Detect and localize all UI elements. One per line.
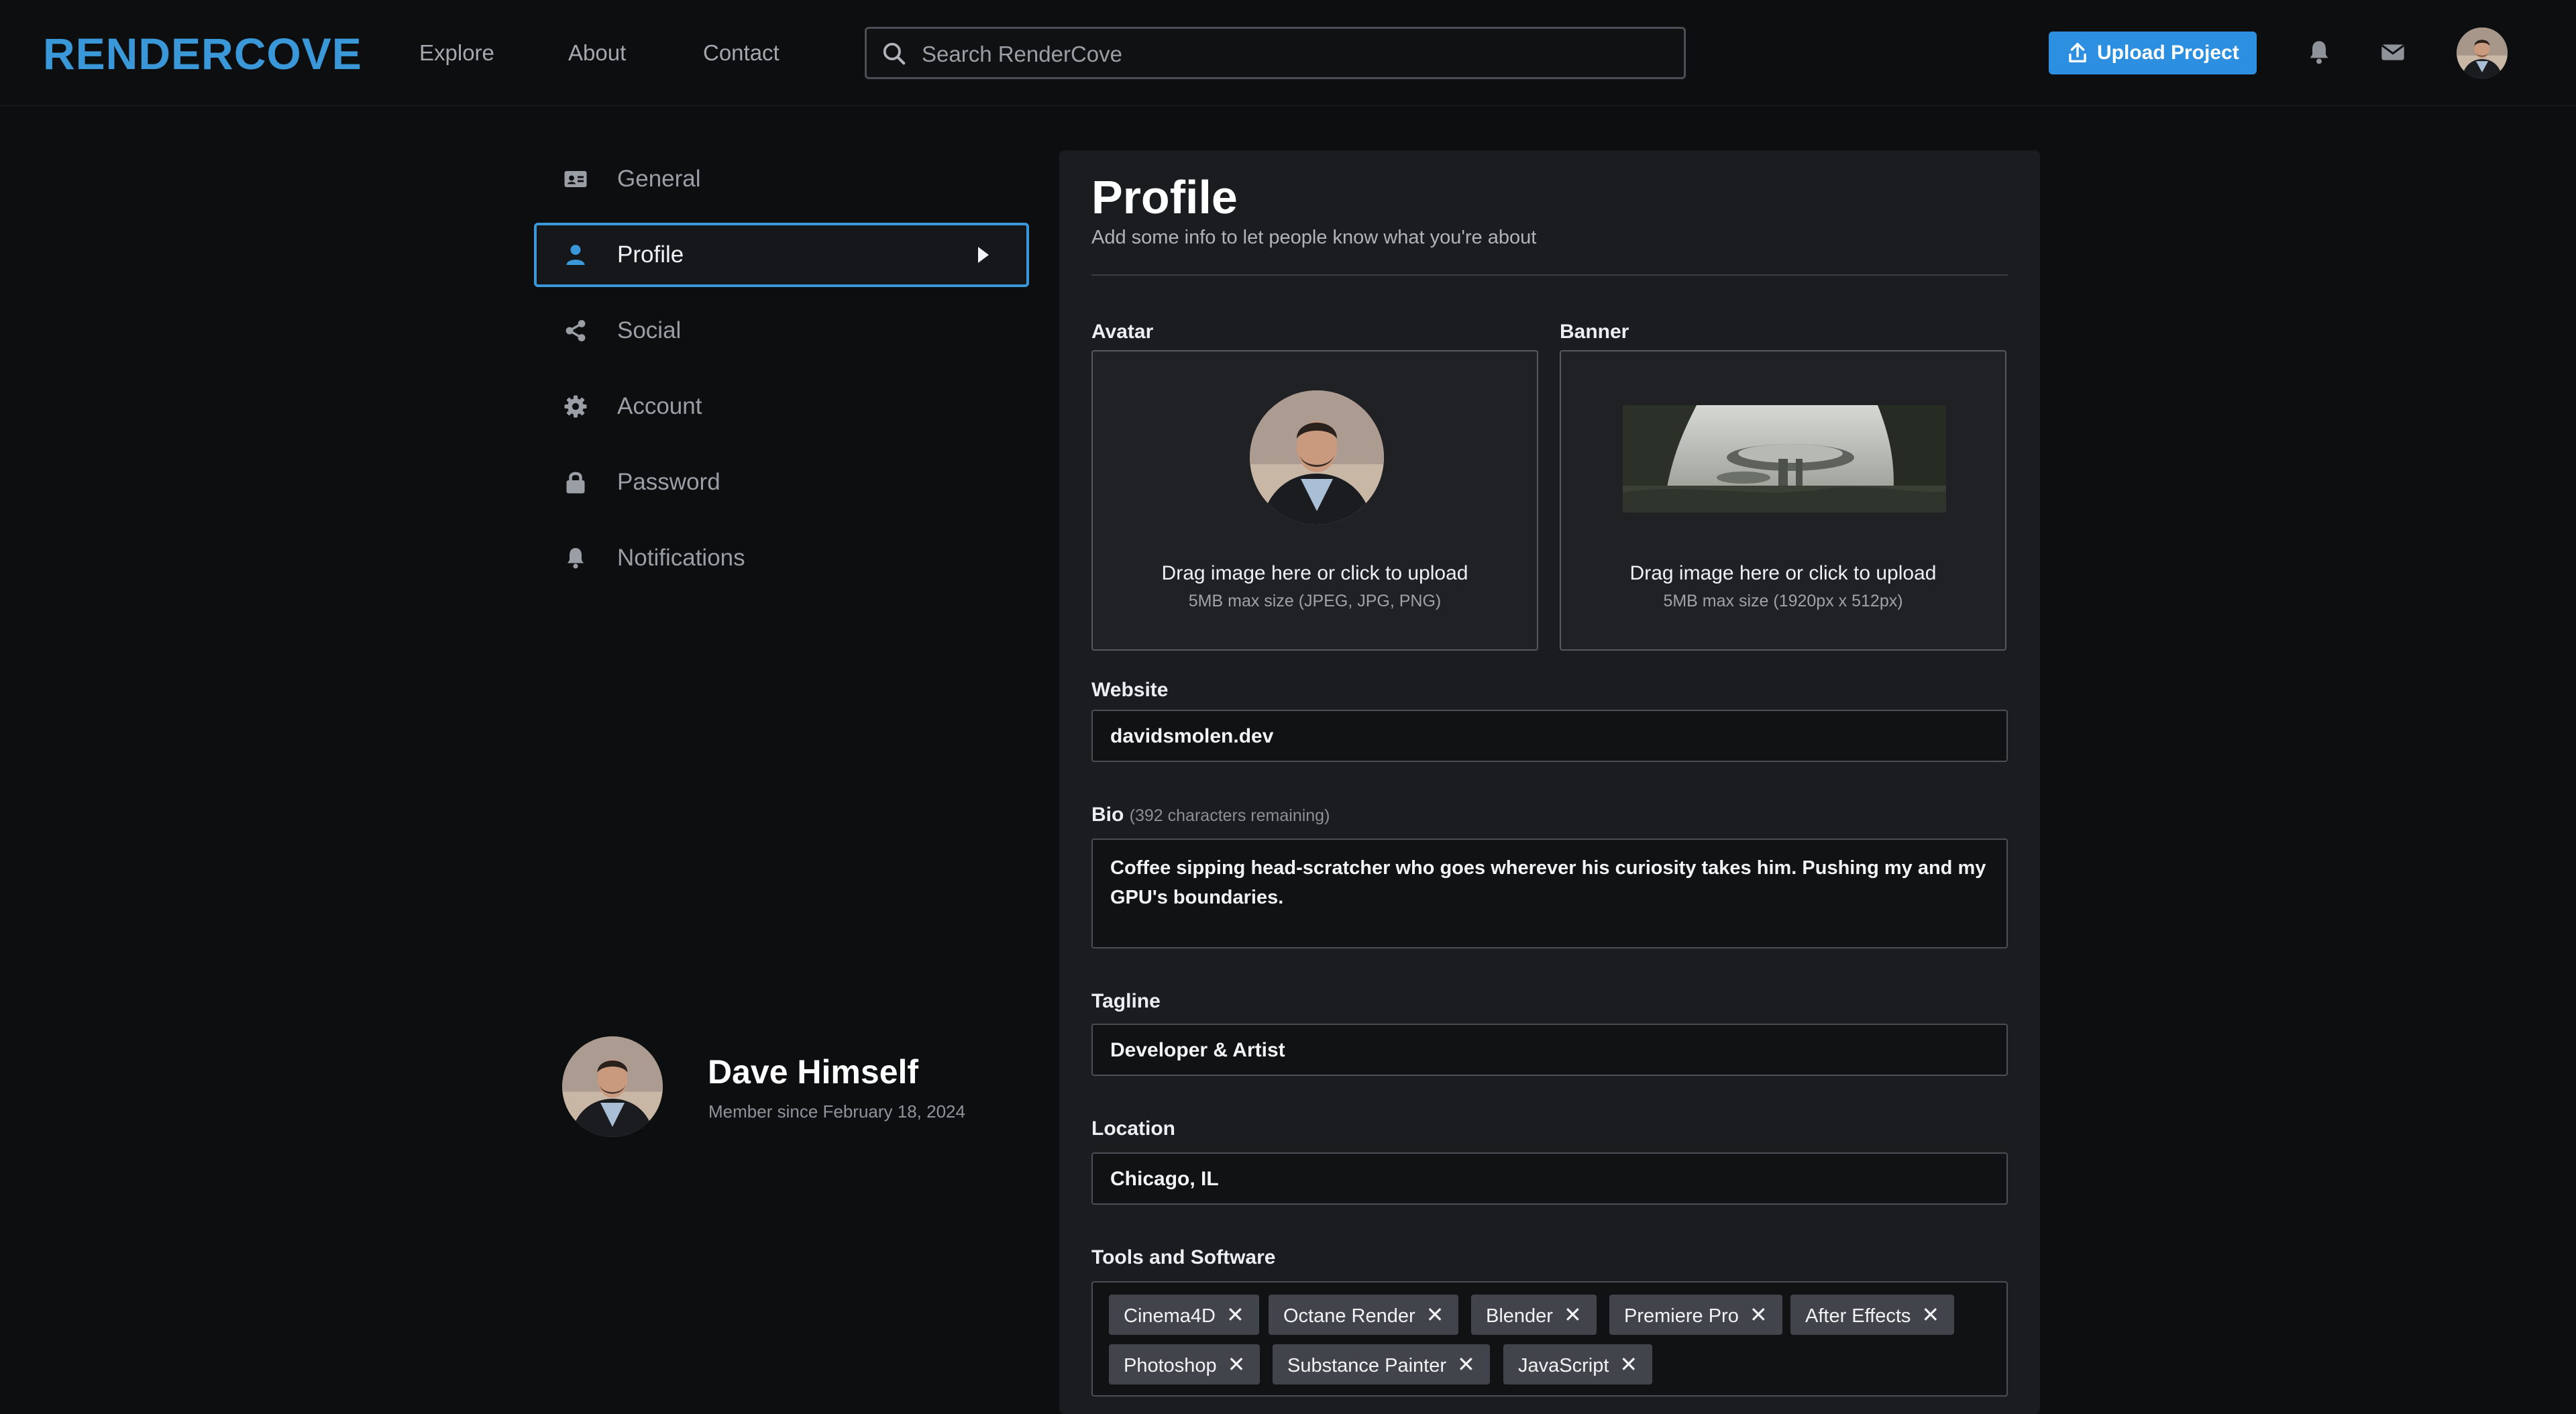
avatar-size-hint: 5MB max size (JPEG, JPG, PNG) <box>1188 592 1442 610</box>
tool-tag-label: Octane Render <box>1283 1305 1415 1327</box>
remove-tag-icon[interactable]: ✕ <box>1228 1352 1246 1376</box>
banner-dropzone[interactable]: Drag image here or click to upload 5MB m… <box>1560 350 2006 651</box>
tool-tag: Blender ✕ <box>1471 1295 1597 1335</box>
location-label: Location <box>1091 1118 1175 1140</box>
share-icon <box>566 320 586 341</box>
remove-tag-icon[interactable]: ✕ <box>1921 1303 1939 1327</box>
remove-tag-icon[interactable]: ✕ <box>1226 1303 1244 1327</box>
tool-tag: Premiere Pro ✕ <box>1609 1295 1782 1335</box>
sidebar-item-profile[interactable]: Profile <box>534 223 1029 287</box>
tool-tag: After Effects ✕ <box>1790 1295 1955 1335</box>
tool-tag-label: Photoshop <box>1124 1355 1217 1376</box>
tagline-input[interactable]: Developer & Artist <box>1091 1024 2008 1076</box>
caret-right-icon <box>978 247 989 263</box>
tool-tag: Cinema4D ✕ <box>1109 1295 1259 1335</box>
member-since-text: Member since February 18, 2024 <box>708 1101 965 1122</box>
profile-panel: Profile Add some info to let people know… <box>1059 150 2040 1414</box>
id-card-icon <box>564 171 587 187</box>
sidebar-item-notifications[interactable]: Notifications <box>534 526 1029 590</box>
sidebar-item-password[interactable]: Password <box>534 450 1029 514</box>
tools-tag-input[interactable]: Cinema4D ✕ Octane Render ✕ Blender ✕ Premie… <box>1091 1281 2008 1397</box>
avatar-dropzone[interactable]: Drag image here or click to upload 5MB m… <box>1091 350 1538 651</box>
tool-tag: JavaScript ✕ <box>1503 1344 1653 1384</box>
tool-tag: Photoshop ✕ <box>1109 1344 1260 1384</box>
sidebar-item-social[interactable]: Social <box>534 298 1029 363</box>
tools-label: Tools and Software <box>1091 1246 1276 1268</box>
user-display-name: Dave Himself <box>708 1053 919 1091</box>
logo[interactable]: RENDERCOVE <box>43 28 362 79</box>
sidebar-item-label: Profile <box>617 241 684 268</box>
tool-tag-label: JavaScript <box>1518 1355 1609 1376</box>
website-input[interactable]: davidsmolen.dev <box>1091 710 2008 762</box>
search-placeholder: Search RenderCove <box>922 42 1122 66</box>
banner-drop-text: Drag image here or click to upload <box>1629 562 1937 584</box>
tool-tag-label: Substance Painter <box>1287 1355 1446 1376</box>
page-subtitle: Add some info to let people know what yo… <box>1091 227 1537 248</box>
user-card-avatar <box>562 1036 663 1137</box>
bell-icon[interactable] <box>2306 39 2332 66</box>
lock-icon <box>566 472 585 494</box>
remove-tag-icon[interactable]: ✕ <box>1426 1303 1444 1327</box>
remove-tag-icon[interactable]: ✕ <box>1750 1303 1768 1327</box>
tool-tag-label: After Effects <box>1805 1305 1911 1327</box>
sidebar-item-label: Notifications <box>617 545 745 571</box>
gear-icon <box>564 395 587 418</box>
nav-link-contact[interactable]: Contact <box>703 39 780 67</box>
avatar-label: Avatar <box>1091 321 1154 343</box>
user-icon <box>566 245 585 265</box>
divider <box>1091 274 2008 276</box>
location-input[interactable]: Chicago, IL <box>1091 1152 2008 1205</box>
tagline-label: Tagline <box>1091 990 1161 1012</box>
sidebar-item-label: Account <box>617 393 702 419</box>
nav-link-about[interactable]: About <box>568 39 626 67</box>
bell-icon <box>568 548 584 569</box>
website-label: Website <box>1091 679 1169 701</box>
sidebar-item-label: Password <box>617 469 720 495</box>
search-input[interactable]: Search RenderCove <box>865 27 1686 79</box>
avatar-drop-text: Drag image here or click to upload <box>1161 562 1468 584</box>
tool-tag: Substance Painter ✕ <box>1273 1344 1490 1384</box>
tool-tag-label: Cinema4D <box>1124 1305 1216 1327</box>
nav-link-explore[interactable]: Explore <box>419 39 494 67</box>
sidebar-item-label: General <box>617 166 701 192</box>
remove-tag-icon[interactable]: ✕ <box>1619 1352 1638 1376</box>
bio-textarea[interactable]: Coffee sipping head-scratcher who goes w… <box>1091 838 2008 948</box>
bio-label-text: Bio <box>1091 804 1124 826</box>
avatar-preview <box>1250 390 1384 525</box>
sidebar-item-general[interactable]: General <box>534 147 1029 211</box>
banner-label: Banner <box>1560 321 1629 343</box>
upload-project-label: Upload Project <box>2097 42 2239 64</box>
tool-tag: Octane Render ✕ <box>1269 1295 1459 1335</box>
banner-size-hint: 5MB max size (1920px x 512px) <box>1663 592 1903 610</box>
bio-label: Bio (392 characters remaining) <box>1091 802 1330 828</box>
user-avatar-menu[interactable] <box>2457 28 2508 78</box>
top-navbar: RENDERCOVE Explore About Contact Search … <box>0 0 2576 106</box>
remove-tag-icon[interactable]: ✕ <box>1457 1352 1475 1376</box>
avatar-image <box>2457 28 2508 78</box>
upload-icon <box>2069 42 2086 63</box>
remove-tag-icon[interactable]: ✕ <box>1564 1303 1582 1327</box>
sidebar-item-label: Social <box>617 317 682 343</box>
mail-icon[interactable] <box>2379 39 2406 66</box>
page-title: Profile <box>1091 171 1238 223</box>
tool-tag-label: Premiere Pro <box>1624 1305 1739 1327</box>
bio-characters-remaining: (392 characters remaining) <box>1129 806 1330 825</box>
sidebar-item-account[interactable]: Account <box>534 374 1029 439</box>
upload-project-button[interactable]: Upload Project <box>2049 32 2257 74</box>
tool-tag-label: Blender <box>1486 1305 1553 1327</box>
search-icon <box>883 42 906 65</box>
banner-preview <box>1623 405 1946 512</box>
